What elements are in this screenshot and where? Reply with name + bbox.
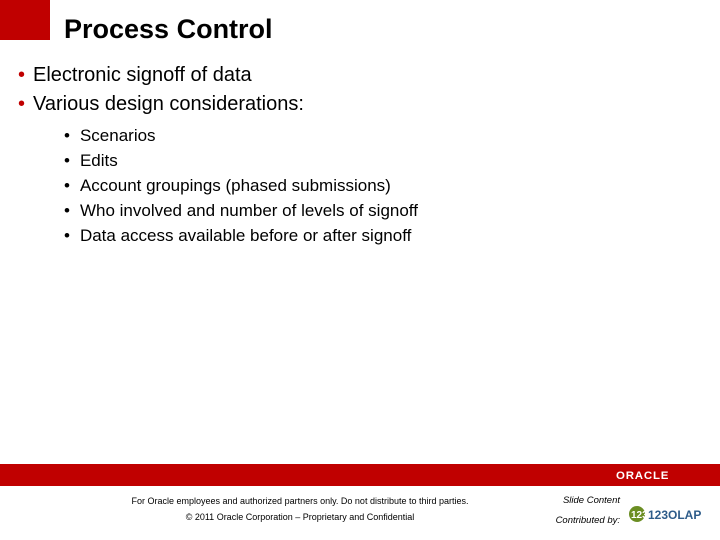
- oracle-logo-icon: ORACLE: [616, 467, 706, 483]
- oracle-wordmark-svg: ORACLE: [616, 468, 706, 482]
- decorative-red-block: [0, 0, 50, 40]
- bullet-l2-text: Data access available before or after si…: [80, 226, 411, 245]
- bullet-icon: •: [64, 126, 70, 145]
- bullet-l1: • Electronic signoff of data: [18, 64, 696, 87]
- bullet-icon: •: [64, 176, 70, 195]
- footer-red-bar: ORACLE: [0, 464, 720, 486]
- bullet-l2-text: Account groupings (phased submissions): [80, 176, 391, 195]
- bullet-l2: • Data access available before or after s…: [64, 226, 696, 246]
- bullet-l2: • Edits: [64, 151, 696, 171]
- bullet-icon: •: [18, 64, 25, 86]
- bullet-icon: •: [64, 151, 70, 170]
- slide: Process Control • Electronic signoff of d…: [0, 0, 720, 540]
- footer-disclaimer-line1: For Oracle employees and authorized part…: [0, 496, 660, 506]
- bullet-l1: • Various design considerations:: [18, 93, 696, 116]
- bullet-l2: • Account groupings (phased submissions): [64, 176, 696, 196]
- bullet-l2-text: Scenarios: [80, 126, 156, 145]
- slide-content-label: Slide Content: [563, 495, 620, 506]
- slide-title: Process Control: [64, 14, 273, 45]
- contributed-by-label: Contributed by:: [556, 515, 620, 526]
- olap-wordmark-text: 123OLAP: [648, 508, 701, 522]
- bullet-l2: • Who involved and number of levels of si…: [64, 201, 696, 221]
- bullet-l2: • Scenarios: [64, 126, 696, 146]
- sub-bullet-list: • Scenarios • Edits • Account groupings (ph…: [64, 126, 696, 246]
- bullet-icon: •: [64, 201, 70, 220]
- bullet-l2-text: Edits: [80, 151, 118, 170]
- bullet-icon: •: [18, 93, 25, 115]
- olap-logo-123: 123: [631, 510, 648, 521]
- slide-body: • Electronic signoff of data • Various des…: [18, 64, 696, 251]
- bullet-l2-text: Who involved and number of levels of sig…: [80, 201, 418, 220]
- bullet-l1-text: Electronic signoff of data: [33, 64, 252, 86]
- olap-logo-icon: 123 123OLAP: [628, 503, 706, 530]
- bullet-l1-text: Various design considerations:: [33, 93, 304, 115]
- bullet-icon: •: [64, 226, 70, 245]
- olap-logo-svg: 123 123OLAP: [628, 503, 706, 525]
- oracle-wordmark-text: ORACLE: [616, 470, 669, 482]
